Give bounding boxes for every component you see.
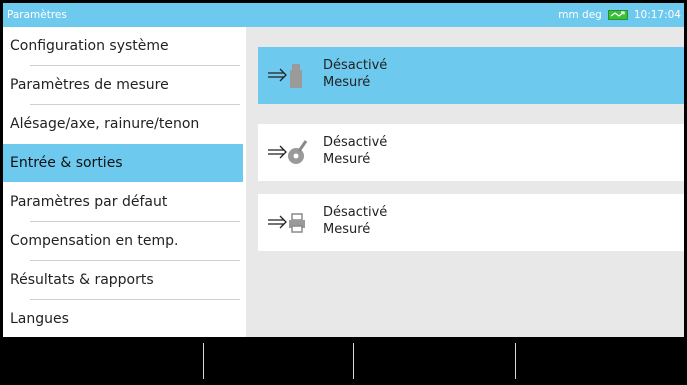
card-status: Désactivé (323, 58, 388, 73)
sidebar-item-label: Paramètres de mesure (10, 77, 169, 93)
sidebar-item-label: Langues (10, 311, 69, 327)
card-status: Désactivé (323, 135, 388, 150)
printer-output-card[interactable]: Désactivé Mesuré (258, 194, 684, 251)
sidebar-item-label: Entrée & sorties (10, 155, 123, 171)
wireless-probe-icon (268, 140, 308, 164)
sidebar-item-label: Alésage/axe, rainure/tenon (10, 116, 200, 132)
sidebar-item-label: Configuration système (10, 38, 169, 54)
sidebar-item-resultats-rapports[interactable]: Résultats & rapports (3, 261, 243, 299)
sidebar-item-entree-sorties[interactable]: Entrée & sorties (3, 144, 243, 182)
sidebar-item-label: Résultats & rapports (10, 272, 154, 288)
card-mode: Mesuré (323, 152, 371, 167)
status-area: mm deg 10:17:04 (558, 9, 681, 21)
page-title: Paramètres (7, 9, 67, 21)
printer-icon (268, 213, 305, 233)
softkey-divider (515, 343, 516, 379)
sidebar-item-alesage-axe[interactable]: Alésage/axe, rainure/tenon (3, 105, 243, 143)
sidebar-item-label: Compensation en temp. (10, 233, 179, 249)
card-mode: Mesuré (323, 222, 371, 237)
usb-output-card[interactable]: Désactivé Mesuré (258, 47, 684, 104)
sidebar-item-parametres-de-mesure[interactable]: Paramètres de mesure (3, 66, 243, 104)
clock: 10:17:04 (633, 9, 681, 21)
settings-sidebar: Configuration système Paramètres de mesu… (3, 27, 246, 337)
sidebar-item-configuration-systeme[interactable]: Configuration système (3, 27, 243, 65)
softkey-divider (203, 343, 204, 379)
sidebar-item-langues[interactable]: Langues (3, 300, 243, 338)
sidebar-item-label: Paramètres par défaut (10, 194, 168, 210)
units-indicator: mm deg (558, 9, 602, 21)
card-mode: Mesuré (323, 75, 371, 90)
softkey-bar (3, 337, 684, 382)
device-screen: Paramètres mm deg 10:17:04 Configuration… (3, 3, 684, 382)
card-status: Désactivé (323, 205, 388, 220)
io-content-panel: Désactivé Mesuré Désactivé Mesuré Désact… (246, 27, 684, 337)
usb-drive-icon (268, 64, 302, 88)
sidebar-item-parametres-par-defaut[interactable]: Paramètres par défaut (3, 183, 243, 221)
sidebar-item-compensation-temp[interactable]: Compensation en temp. (3, 222, 243, 260)
softkey-divider (353, 343, 354, 379)
battery-charging-icon (607, 10, 628, 20)
wireless-output-card[interactable]: Désactivé Mesuré (258, 124, 684, 181)
title-bar: Paramètres mm deg 10:17:04 (3, 3, 684, 27)
